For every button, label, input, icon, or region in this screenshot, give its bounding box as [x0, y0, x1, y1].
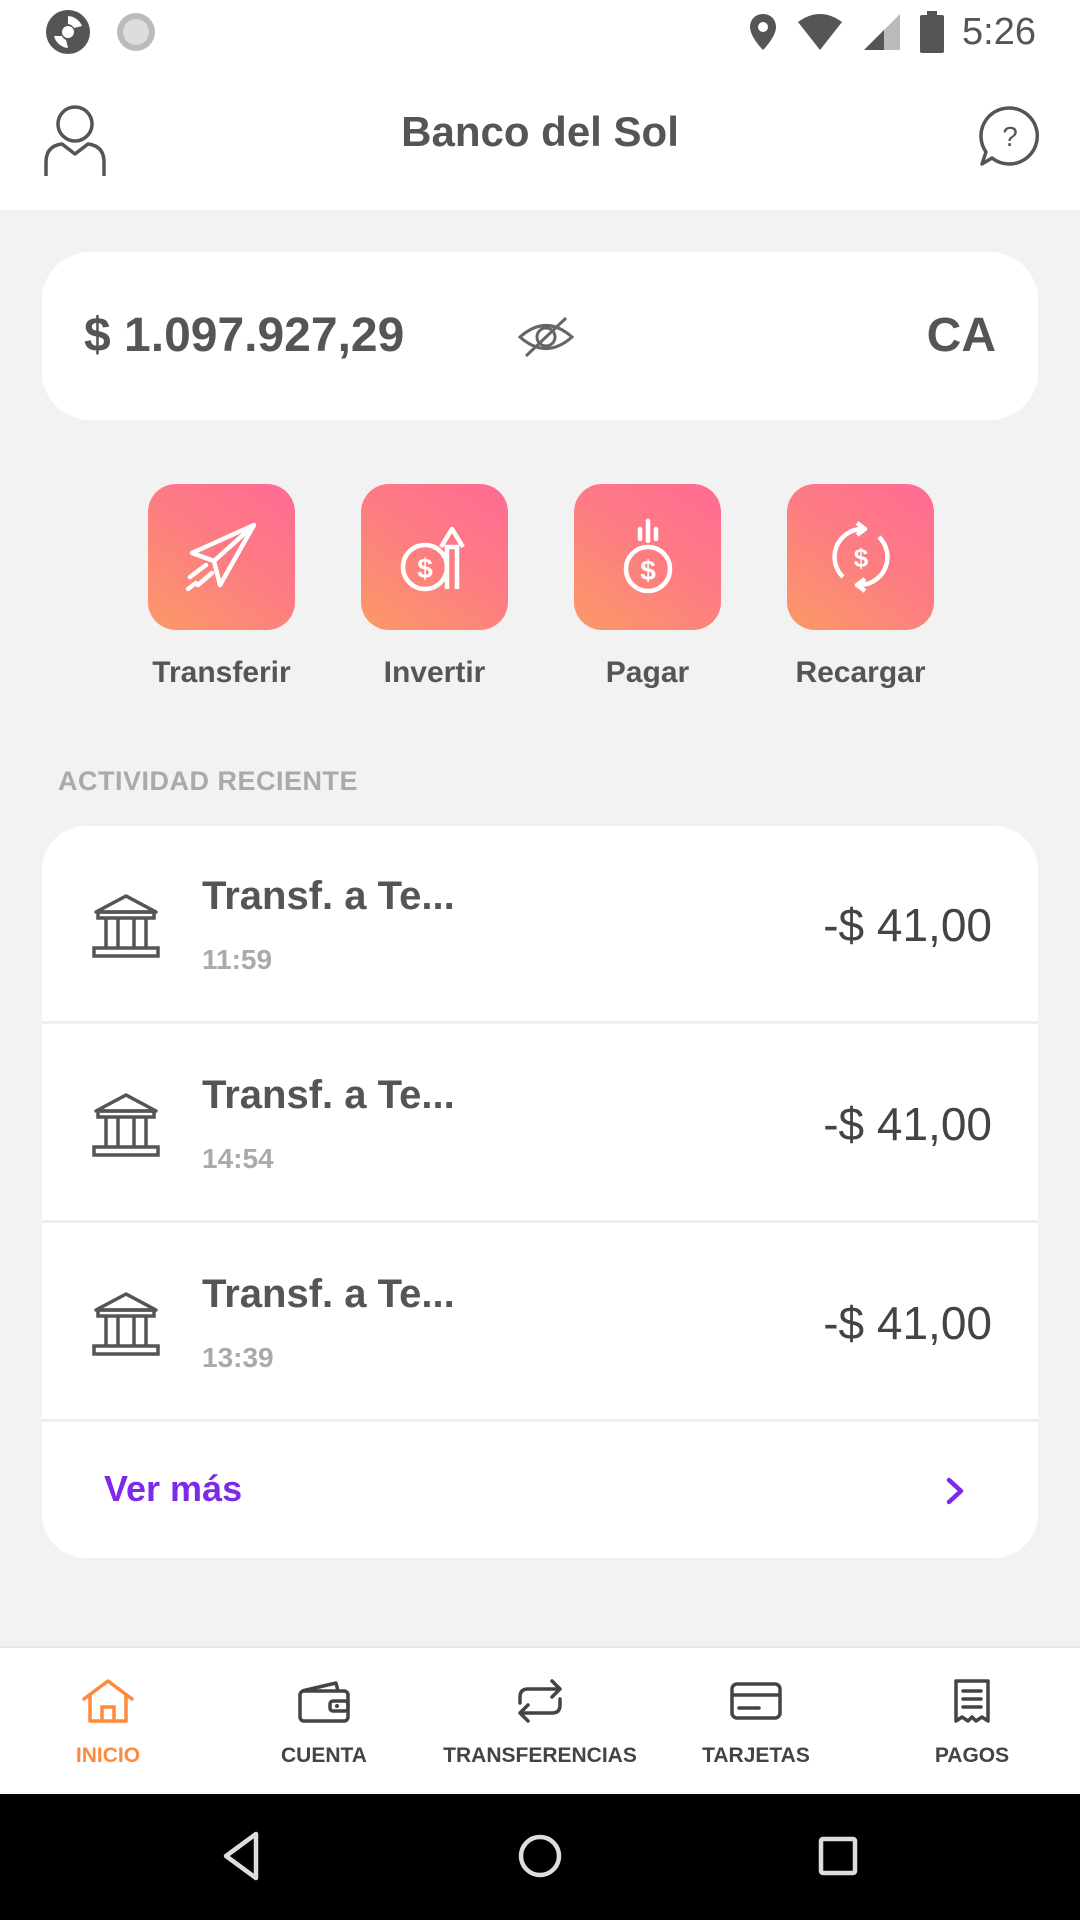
home-icon — [82, 1679, 134, 1723]
home-circle-icon[interactable] — [510, 1826, 570, 1886]
status-bar: 5:26 — [0, 0, 1080, 64]
nav-item-cuenta[interactable]: CUENTA — [216, 1648, 432, 1796]
pay-tile[interactable]: $ — [574, 484, 721, 630]
wifi-icon — [798, 14, 843, 50]
transfer-label: Transferir — [152, 656, 291, 689]
recharge-coin-icon: $ — [831, 521, 890, 593]
bank-icon — [92, 1093, 160, 1157]
recent-activity-title: ACTIVIDAD RECIENTE — [58, 766, 359, 796]
activity-row[interactable]: Transf. a Te... 13:39 -$ 41,00 — [42, 1224, 1038, 1422]
svg-text:?: ? — [1002, 121, 1018, 152]
nav-label: CUENTA — [281, 1744, 367, 1767]
chevron-right-icon — [946, 1477, 964, 1505]
status-time: 5:26 — [962, 10, 1036, 53]
nav-item-pagos[interactable]: PAGOS — [864, 1648, 1080, 1796]
invest-coin-icon: $ — [400, 526, 465, 592]
wallet-icon — [298, 1681, 350, 1723]
quick-actions: Transferir $ Invertir $ Pagar $ Recargar — [148, 484, 934, 690]
nav-label: TRANSFERENCIAS — [443, 1744, 637, 1767]
nav-label: PAGOS — [934, 1744, 1010, 1767]
transfer-button[interactable]: Transferir — [148, 484, 295, 690]
location-icon — [750, 14, 777, 50]
help-icon[interactable]: ? — [978, 104, 1042, 168]
pay-button[interactable]: $ Pagar — [574, 484, 721, 690]
invest-button[interactable]: $ Invertir — [361, 484, 508, 690]
balance-amount: $ 1.097.927,29 — [84, 309, 405, 362]
bottom-nav: INICIO CUENTA TRANSFERENCIAS TARJETAS PA… — [0, 1646, 1080, 1794]
activity-amount: -$ 41,00 — [823, 899, 992, 951]
invest-label: Invertir — [383, 656, 486, 689]
account-type: CA — [926, 309, 996, 362]
recent-activity-card: Transf. a Te... 11:59 -$ 41,00 Transf. a… — [42, 826, 1038, 1558]
activity-amount: -$ 41,00 — [823, 1297, 992, 1349]
signal-icon — [864, 14, 901, 50]
activity-row[interactable]: Transf. a Te... 11:59 -$ 41,00 — [42, 826, 1038, 1024]
activity-time: 14:54 — [202, 1143, 274, 1174]
balance-card: $ 1.097.927,29 CA — [42, 252, 1038, 420]
nav-item-inicio[interactable]: INICIO — [0, 1648, 216, 1796]
paper-plane-icon — [185, 522, 256, 592]
activity-row[interactable]: Transf. a Te... 14:54 -$ 41,00 — [42, 1025, 1038, 1223]
card-icon — [730, 1682, 782, 1720]
see-more-link[interactable]: Ver más — [42, 1424, 1038, 1558]
invest-tile[interactable]: $ — [361, 484, 508, 630]
activity-name: Transf. a Te... — [202, 1073, 455, 1117]
pay-label: Pagar — [605, 656, 690, 689]
activity-name: Transf. a Te... — [202, 874, 455, 918]
recharge-tile[interactable]: $ — [787, 484, 934, 630]
recharge-label: Recargar — [795, 656, 926, 689]
svg-text:$: $ — [853, 543, 868, 573]
back-icon[interactable] — [212, 1826, 272, 1886]
battery-icon — [920, 11, 945, 53]
svg-text:$: $ — [640, 555, 656, 586]
bank-icon — [92, 894, 160, 958]
receipt-icon — [954, 1679, 990, 1723]
sync-notification-icon — [117, 13, 155, 51]
see-more-label: Ver más — [104, 1468, 243, 1509]
page-title: Banco del Sol — [401, 108, 679, 155]
nav-item-tarjetas[interactable]: TARJETAS — [648, 1648, 864, 1796]
nav-item-transferencias[interactable]: TRANSFERENCIAS — [432, 1648, 648, 1796]
bank-icon — [92, 1292, 160, 1356]
transfer-tile[interactable] — [148, 484, 295, 630]
app-notification-icon — [46, 10, 90, 54]
eye-off-icon[interactable] — [516, 312, 576, 362]
recents-icon[interactable] — [808, 1826, 868, 1886]
activity-name: Transf. a Te... — [202, 1272, 455, 1316]
transfer-icon — [518, 1679, 562, 1723]
pay-coin-icon: $ — [623, 518, 672, 594]
app-header: Banco del Sol ? — [0, 64, 1080, 210]
recharge-button[interactable]: $ Recargar — [787, 484, 934, 690]
activity-time: 13:39 — [202, 1342, 274, 1373]
activity-time: 11:59 — [202, 944, 273, 975]
nav-label: TARJETAS — [702, 1744, 810, 1767]
nav-label: INICIO — [75, 1744, 141, 1767]
system-nav-bar — [0, 1794, 1080, 1920]
activity-amount: -$ 41,00 — [823, 1098, 992, 1150]
svg-text:$: $ — [417, 553, 433, 584]
